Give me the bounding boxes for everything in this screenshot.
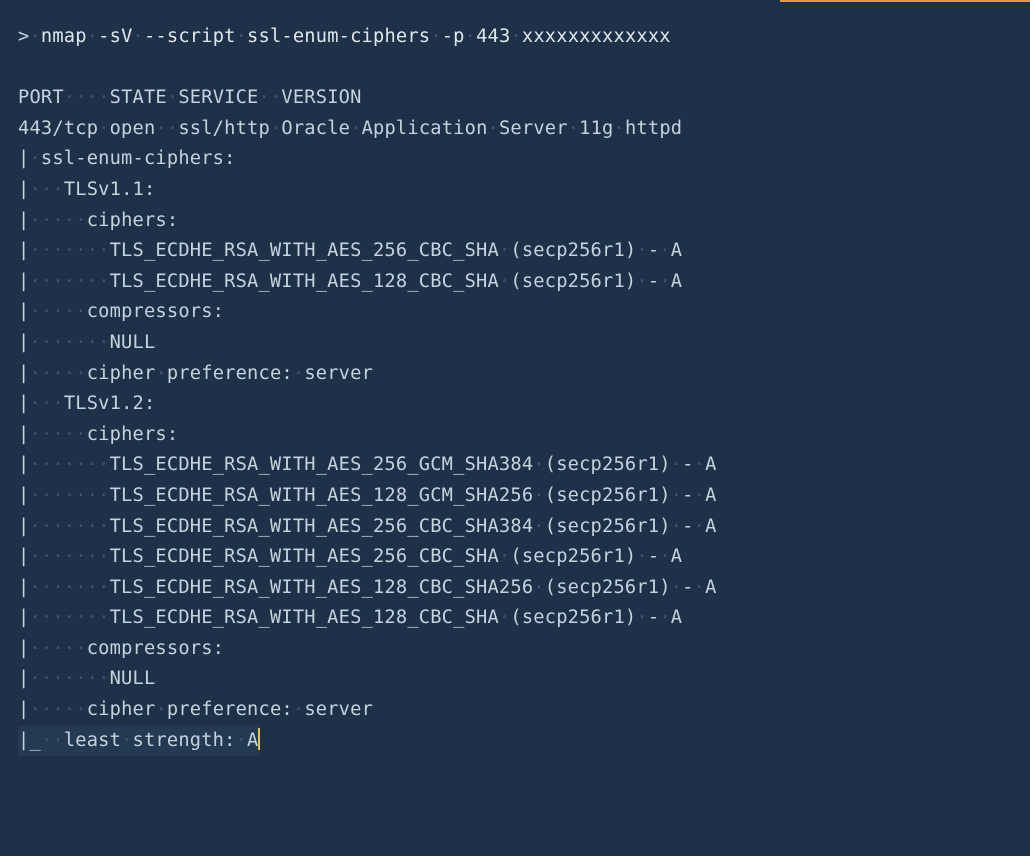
cipher-row: TLS_ECDHE_RSA_WITH_AES_128_CBC_SHA·(secp…	[110, 607, 683, 628]
cipher-pref-value: server	[304, 363, 373, 384]
ciphers-label: ciphers:	[87, 210, 179, 231]
tree-pipe: |	[18, 148, 29, 169]
tree-end: |_	[18, 730, 41, 751]
tab-indicator	[780, 0, 1030, 2]
column-header: PORT····STATE·SERVICE··VERSION	[18, 87, 362, 108]
compressor-row: NULL	[110, 332, 156, 353]
cipher-row: TLS_ECDHE_RSA_WITH_AES_128_CBC_SHA256·(s…	[110, 577, 717, 598]
compressors-label: compressors:	[87, 638, 224, 659]
script-header: ssl-enum-ciphers:	[41, 148, 236, 169]
cipher-row: TLS_ECDHE_RSA_WITH_AES_128_CBC_SHA·(secp…	[110, 271, 683, 292]
text-cursor	[258, 728, 260, 750]
port-row: 443/tcp·open··ssl/http·Oracle·Applicatio…	[18, 118, 682, 139]
command-line: nmap·-sV·--script·ssl-enum-ciphers·-p·44…	[41, 26, 671, 47]
cipher-row: TLS_ECDHE_RSA_WITH_AES_128_GCM_SHA256·(s…	[110, 485, 717, 506]
ciphers-label: ciphers:	[87, 424, 179, 445]
cipher-pref-label: cipher·preference:	[87, 699, 293, 720]
cipher-row: TLS_ECDHE_RSA_WITH_AES_256_GCM_SHA384·(s…	[110, 454, 717, 475]
compressor-row: NULL	[110, 668, 156, 689]
prompt: >	[18, 26, 29, 47]
cipher-pref-label: cipher·preference:	[87, 363, 293, 384]
tls-version-label: TLSv1.2:	[64, 393, 156, 414]
terminal-output: >·nmap·-sV·--script·ssl-enum-ciphers·-p·…	[0, 0, 1030, 774]
cipher-row: TLS_ECDHE_RSA_WITH_AES_256_CBC_SHA·(secp…	[110, 240, 683, 261]
tls-version-label: TLSv1.1:	[64, 179, 156, 200]
cipher-row: TLS_ECDHE_RSA_WITH_AES_256_CBC_SHA384·(s…	[110, 516, 717, 537]
cipher-pref-value: server	[304, 699, 373, 720]
compressors-label: compressors:	[87, 301, 224, 322]
least-strength-label: least·strength:	[64, 730, 236, 751]
cipher-row: TLS_ECDHE_RSA_WITH_AES_256_CBC_SHA·(secp…	[110, 546, 683, 567]
